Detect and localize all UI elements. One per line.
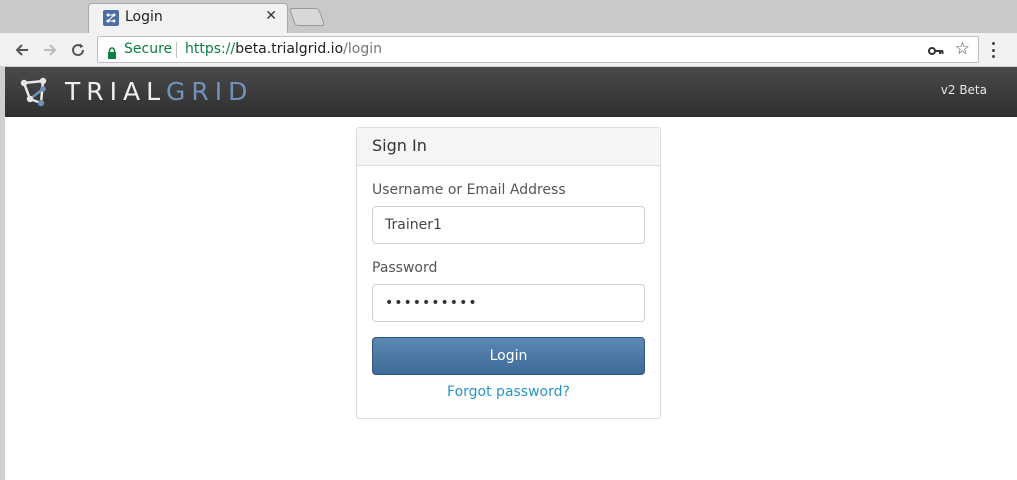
lock-icon (107, 44, 117, 63)
forward-arrow-icon[interactable] (38, 38, 62, 62)
version-badge: v2 Beta (940, 83, 987, 97)
tab-close-icon[interactable]: ✕ (265, 8, 277, 24)
username-input[interactable] (372, 206, 645, 244)
bookmark-star-icon[interactable]: ☆ (955, 39, 970, 59)
password-masked-value: •••••••••• (385, 295, 478, 311)
url-text[interactable]: https://beta.trialgrid.io/login (185, 41, 382, 57)
new-tab-button[interactable] (288, 8, 326, 26)
panel-title: Sign In (357, 128, 660, 166)
url-scheme: https:// (185, 41, 236, 57)
brand-trial: TRIAL (65, 77, 167, 106)
secure-label: Secure (124, 41, 173, 57)
browser-menu-icon[interactable] (985, 40, 1001, 60)
login-button[interactable]: Login (372, 337, 645, 375)
trialgrid-favicon-icon (103, 10, 119, 26)
url-path: /login (343, 41, 382, 57)
trialgrid-logo-icon[interactable] (19, 75, 53, 113)
tab-title: Login (125, 9, 163, 25)
back-arrow-icon[interactable] (10, 38, 34, 62)
reload-icon[interactable] (66, 38, 90, 62)
address-divider (176, 42, 177, 58)
password-label: Password (372, 260, 438, 276)
page-content: TRIALGRID v2 Beta Sign In Username or Em… (0, 67, 1017, 480)
browser-tabstrip: Login ✕ (0, 0, 1017, 33)
brand-grid: GRID (166, 77, 254, 106)
browser-toolbar: Secure https://beta.trialgrid.io/login ☆ (0, 33, 1017, 67)
key-icon[interactable] (928, 42, 944, 61)
forgot-password-link[interactable]: Forgot password? (357, 384, 660, 400)
browser-tab[interactable]: Login ✕ (88, 3, 288, 33)
app-header: TRIALGRID v2 Beta (5, 67, 1017, 117)
address-bar[interactable]: Secure https://beta.trialgrid.io/login ☆ (97, 36, 979, 63)
username-label: Username or Email Address (372, 182, 566, 198)
sign-in-panel: Sign In Username or Email Address Passwo… (356, 127, 661, 419)
url-host: beta.trialgrid.io (235, 41, 344, 57)
brand-logotype[interactable]: TRIALGRID (65, 77, 253, 106)
